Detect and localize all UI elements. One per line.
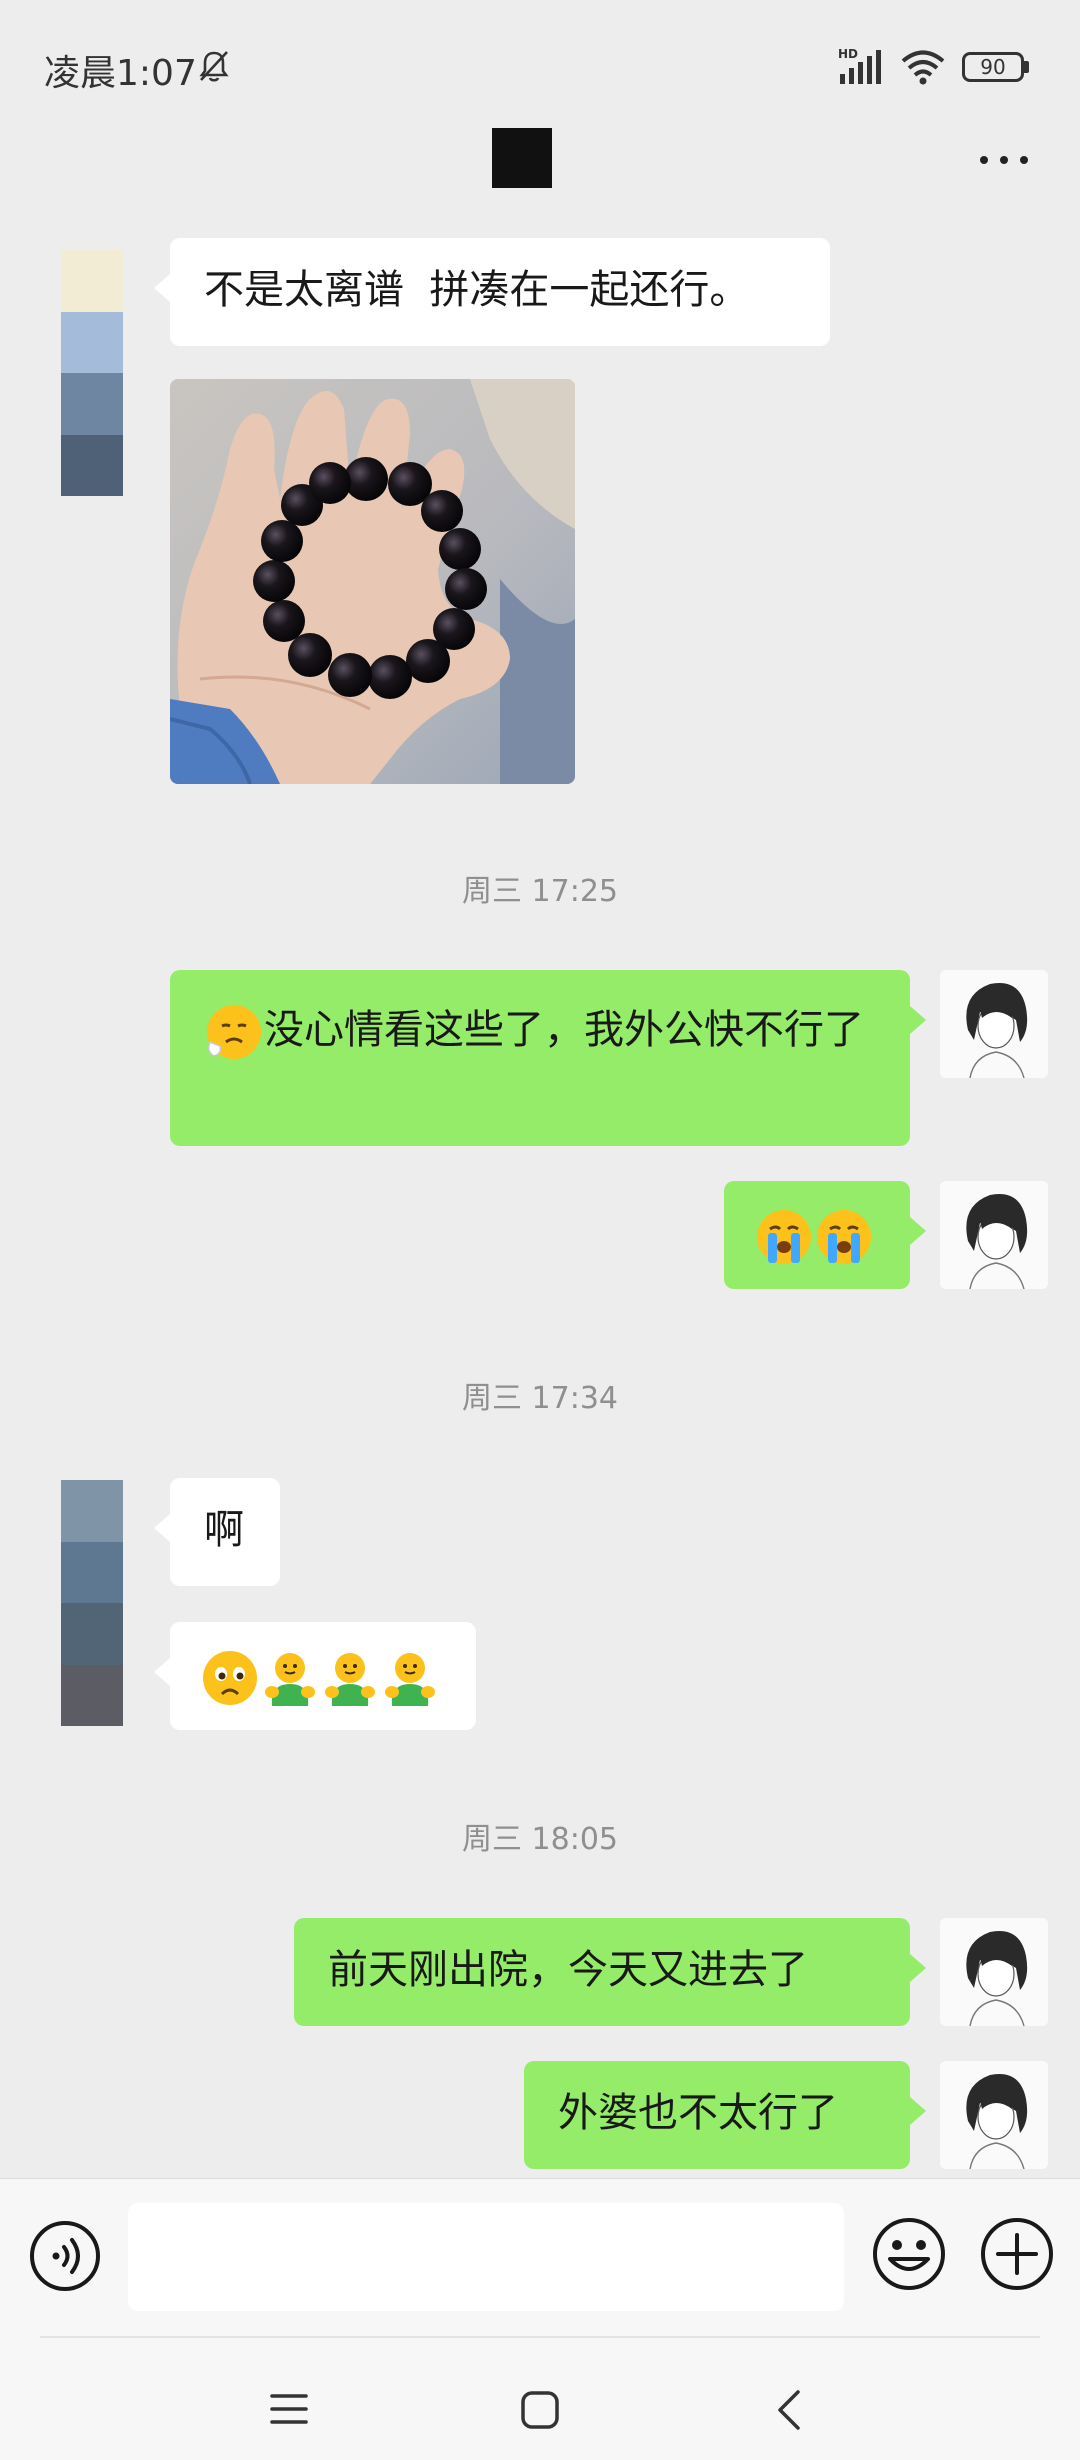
anime-girl-avatar-icon [940, 1918, 1048, 2026]
message-bubble-incoming[interactable]: 啊 [154, 1478, 280, 1586]
message-bubble-incoming[interactable]: 不是太离谱 拼凑在一起还行。 [154, 238, 830, 346]
hug-emoji [320, 1648, 380, 1708]
contact-avatar[interactable] [61, 250, 123, 496]
message-bubble-outgoing[interactable]: 没心情看这些了，我外公快不行了 [170, 970, 926, 1146]
status-time: 凌晨1:07 [44, 53, 197, 94]
my-avatar[interactable] [940, 1181, 1048, 1289]
message-text: 啊 [204, 1507, 244, 1553]
nav-divider [40, 2336, 1040, 2338]
sad-sweat-emoji [204, 1002, 264, 1062]
message-text: 外婆也不太行了 [558, 2090, 838, 2136]
message-input[interactable] [128, 2203, 844, 2311]
anime-girl-avatar-icon [940, 2061, 1048, 2169]
message-bubble-outgoing[interactable] [724, 1181, 926, 1289]
photo-message[interactable] [170, 379, 575, 784]
status-bar: 凌晨1:07 HD 90 [0, 0, 1080, 130]
my-avatar[interactable] [940, 2061, 1048, 2169]
emoji-picker-icon[interactable] [870, 2215, 948, 2293]
photo-bracelet-image [170, 379, 575, 784]
crying-emoji [814, 1207, 874, 1267]
voice-input-icon[interactable] [28, 2219, 102, 2293]
anime-girl-avatar-icon [940, 970, 1048, 1078]
message-text: 不是太离谱 拼凑在一起还行。 [204, 267, 750, 313]
my-avatar[interactable] [940, 970, 1048, 1078]
input-bar [0, 2178, 1080, 2336]
timestamp: 周三 17:34 [462, 1381, 618, 1416]
signal-icon: HD [838, 47, 881, 84]
chat-title-redacted [492, 128, 552, 188]
message-bubble-incoming[interactable] [154, 1622, 476, 1730]
system-nav-bar [0, 2336, 1080, 2460]
back-chevron-icon[interactable] [774, 2388, 804, 2432]
home-square-icon[interactable] [520, 2390, 560, 2430]
message-bubble-outgoing[interactable]: 前天刚出院，今天又进去了 [294, 1918, 926, 2026]
anime-girl-avatar-icon [940, 1181, 1048, 1289]
message-text: 没心情看这些了，我外公快不行了 [264, 1007, 864, 1053]
message-text: 前天刚出院，今天又进去了 [328, 1947, 808, 1993]
wifi-icon [901, 50, 945, 85]
contact-avatar[interactable] [61, 1480, 123, 1726]
hug-emoji [260, 1648, 320, 1708]
battery-icon: 90 [962, 52, 1030, 82]
timestamp: 周三 17:25 [462, 874, 618, 909]
frown-emoji [200, 1648, 260, 1708]
bell-muted-icon [199, 51, 229, 82]
network-label: HD [838, 47, 858, 61]
recent-apps-menu-icon[interactable] [270, 2392, 308, 2426]
more-functions-plus-icon[interactable] [978, 2215, 1056, 2293]
timestamp: 周三 18:05 [462, 1822, 618, 1857]
crying-emoji [754, 1207, 814, 1267]
hug-emoji [380, 1648, 440, 1708]
message-bubble-outgoing[interactable]: 外婆也不太行了 [524, 2061, 926, 2169]
battery-level: 90 [980, 55, 1006, 79]
my-avatar[interactable] [940, 1918, 1048, 2026]
more-options-icon[interactable] [976, 150, 1032, 170]
